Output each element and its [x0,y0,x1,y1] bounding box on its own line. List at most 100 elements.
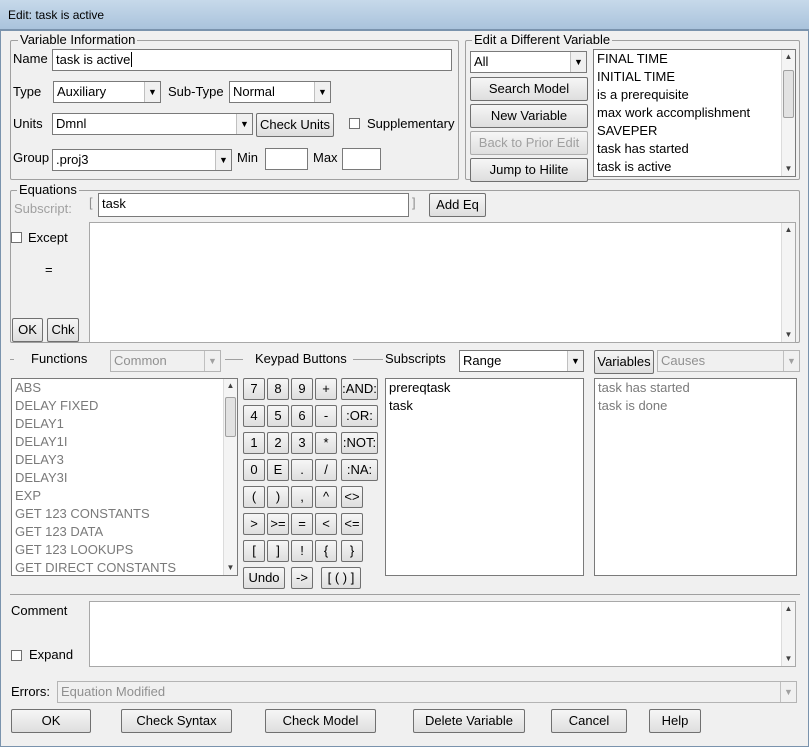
keypad-button-1[interactable]: 1 [243,432,265,454]
variable-list[interactable]: FINAL TIME INITIAL TIME is a prerequisit… [593,49,796,177]
subtype-select[interactable]: Normal ▼ [229,81,331,103]
list-item[interactable]: FINAL TIME [594,50,795,68]
equation-scrollbar[interactable]: ▲ ▼ [781,223,795,342]
keypad-button-dot[interactable]: . [291,459,313,481]
keypad-button-power[interactable]: ^ [315,486,337,508]
back-to-prior-edit-button[interactable]: Back to Prior Edit [470,131,588,155]
keypad-button-9[interactable]: 9 [291,378,313,400]
scroll-down-icon[interactable]: ▼ [782,652,795,666]
except-checkbox[interactable] [11,232,22,243]
scroll-up-icon[interactable]: ▲ [782,223,795,237]
comment-textarea[interactable]: ▲ ▼ [89,601,796,667]
keypad-button-close-paren[interactable]: ) [267,486,289,508]
subscripts-list[interactable]: prereqtask task [385,378,584,576]
variable-filter-select[interactable]: All ▼ [470,51,587,73]
list-item[interactable]: DELAY3I [12,469,237,487]
min-input[interactable] [265,148,308,170]
functions-category-select[interactable]: Common ▼ [110,350,221,372]
list-item[interactable]: DELAY3 [12,451,237,469]
list-item[interactable]: is a prerequisite [594,86,795,104]
keypad-button-8[interactable]: 8 [267,378,289,400]
list-item[interactable]: max work accomplishment [594,104,795,122]
keypad-button-7[interactable]: 7 [243,378,265,400]
keypad-button-multiply[interactable]: * [315,432,337,454]
list-item[interactable]: task [386,397,583,415]
keypad-button-or[interactable]: :OR: [341,405,378,427]
variables-button[interactable]: Variables [594,350,654,374]
jump-to-hilite-button[interactable]: Jump to Hilite [470,158,588,182]
list-item[interactable]: SAVEPER [594,122,795,140]
list-item[interactable]: GET 123 CONSTANTS [12,505,237,523]
keypad-button-open-paren[interactable]: ( [243,486,265,508]
list-item[interactable]: task has started [594,140,795,158]
list-item[interactable]: DELAY1 [12,415,237,433]
expand-checkbox[interactable] [11,650,22,661]
keypad-button-na[interactable]: :NA: [341,459,378,481]
causes-list[interactable]: task has started task is done [594,378,797,576]
max-input[interactable] [342,148,381,170]
name-input[interactable]: task is active [52,49,452,71]
delete-variable-button[interactable]: Delete Variable [413,709,525,733]
keypad-button-minus[interactable]: - [315,405,337,427]
list-item[interactable]: GET DIRECT CONSTANTS [12,559,237,575]
ok-equation-button[interactable]: OK [12,318,43,342]
units-combo[interactable]: Dmnl ▼ [52,113,253,135]
check-model-button[interactable]: Check Model [265,709,376,733]
keypad-button-close-brace[interactable]: } [341,540,363,562]
add-eq-button[interactable]: Add Eq [429,193,486,217]
scroll-up-icon[interactable]: ▲ [782,602,795,616]
keypad-button-not[interactable]: :NOT: [341,432,378,454]
list-item[interactable]: DELAY1I [12,433,237,451]
scroll-thumb[interactable] [225,397,236,437]
list-item[interactable]: task is done [595,397,796,415]
keypad-button-less-equal[interactable]: <= [341,513,363,535]
list-item[interactable]: ABS [12,379,237,397]
search-model-button[interactable]: Search Model [470,77,588,101]
check-syntax-button[interactable]: Check Syntax [121,709,232,733]
supplementary-checkbox[interactable] [349,118,360,129]
variables-mode-select[interactable]: Causes ▼ [657,350,800,372]
help-button[interactable]: Help [649,709,701,733]
keypad-button-and[interactable]: :AND: [341,378,378,400]
undo-button[interactable]: Undo [243,567,285,589]
equation-textarea[interactable]: ▲ ▼ [89,222,796,343]
keypad-button-e[interactable]: E [267,459,289,481]
keypad-button-6[interactable]: 6 [291,405,313,427]
list-item[interactable]: task is active [594,158,795,176]
chk-equation-button[interactable]: Chk [47,318,79,342]
subscripts-mode-select[interactable]: Range ▼ [459,350,584,372]
list-item[interactable]: GET 123 DATA [12,523,237,541]
keypad-button-divide[interactable]: / [315,459,337,481]
keypad-button-greater[interactable]: > [243,513,265,535]
keypad-button-close-bracket[interactable]: ] [267,540,289,562]
functions-list[interactable]: ABS DELAY FIXED DELAY1 DELAY1I DELAY3 DE… [11,378,238,576]
type-select[interactable]: Auxiliary ▼ [53,81,161,103]
keypad-button-plus[interactable]: + [315,378,337,400]
keypad-button-paren-pair[interactable]: [ ( ) ] [321,567,361,589]
keypad-button-equal[interactable]: = [291,513,313,535]
check-units-button[interactable]: Check Units [256,113,334,137]
list-item[interactable]: EXP [12,487,237,505]
list-item[interactable]: DELAY FIXED [12,397,237,415]
keypad-button-comma[interactable]: , [291,486,313,508]
scroll-down-icon[interactable]: ▼ [224,561,237,575]
cancel-button[interactable]: Cancel [551,709,627,733]
ok-button[interactable]: OK [11,709,91,733]
keypad-button-open-bracket[interactable]: [ [243,540,265,562]
keypad-button-0[interactable]: 0 [243,459,265,481]
scroll-up-icon[interactable]: ▲ [224,379,237,393]
comment-scrollbar[interactable]: ▲ ▼ [781,602,795,666]
keypad-button-3[interactable]: 3 [291,432,313,454]
scroll-up-icon[interactable]: ▲ [782,50,795,64]
list-item[interactable]: GET 123 LOOKUPS [12,541,237,559]
scroll-down-icon[interactable]: ▼ [782,328,795,342]
keypad-button-2[interactable]: 2 [267,432,289,454]
keypad-button-4[interactable]: 4 [243,405,265,427]
scroll-down-icon[interactable]: ▼ [782,162,795,176]
subscript-input[interactable]: task [98,193,409,217]
keypad-button-greater-equal[interactable]: >= [267,513,289,535]
keypad-button-5[interactable]: 5 [267,405,289,427]
group-select[interactable]: .proj3 ▼ [52,149,232,171]
list-item[interactable]: prereqtask [386,379,583,397]
keypad-button-open-brace[interactable]: { [315,540,337,562]
